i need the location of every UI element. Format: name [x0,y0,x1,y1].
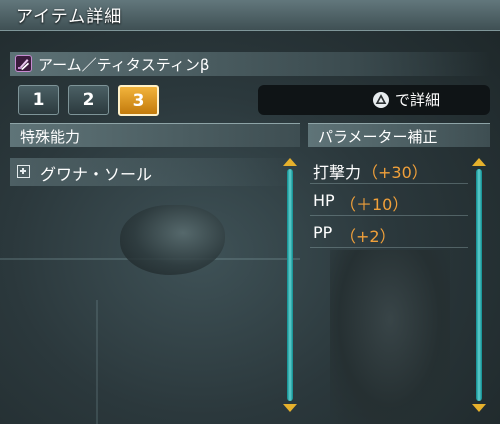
parameter-value: （＋10） [340,195,409,214]
tab-3[interactable]: 3 [118,85,159,116]
parameter-name: PP [313,223,333,242]
ability-label: グワナ・ソール [40,165,153,184]
scroll-down-arrow-icon[interactable] [283,404,297,412]
background-rail [0,258,300,260]
window-title: アイテム詳細 [16,7,123,27]
detail-button-label: で詳細 [395,91,441,109]
parameters-header: パラメーター補正 [308,123,490,147]
scroll-up-arrow-icon[interactable] [472,158,486,166]
abilities-header: 特殊能力 [10,123,300,147]
tab-2[interactable]: 2 [68,85,109,115]
parameters-title: パラメーター補正 [318,128,438,146]
parameter-row: 打撃力 （+30） [310,156,468,184]
item-name: アーム／ティタスティンβ [38,56,210,74]
background-character [330,250,450,424]
expand-plus-icon[interactable] [17,165,30,178]
background-weapon-model [120,205,225,275]
item-name-bar: アーム／ティタスティンβ [10,52,490,76]
parameters-scrollbar[interactable] [472,158,486,412]
ability-item[interactable]: グワナ・ソール [10,158,300,186]
parameter-value: （+2） [340,227,396,246]
parameter-value: （+30） [362,163,428,182]
parameter-row: HP （＋10） [310,188,468,216]
scrollbar-track[interactable] [287,169,293,401]
scroll-up-arrow-icon[interactable] [283,158,297,166]
scrollbar-track[interactable] [476,169,482,401]
triangle-button-icon [373,92,389,108]
tab-1[interactable]: 1 [18,85,59,115]
twin-daggers-icon [15,55,32,72]
parameter-name: HP [313,191,335,210]
window-title-bar: アイテム詳細 [0,0,500,31]
abilities-title: 特殊能力 [20,128,81,146]
background-pillar [96,300,98,424]
parameter-name: 打撃力 [313,163,362,182]
scroll-down-arrow-icon[interactable] [472,404,486,412]
abilities-scrollbar[interactable] [283,158,297,412]
parameter-row: PP （+2） [310,220,468,248]
detail-button[interactable]: で詳細 [258,85,490,115]
